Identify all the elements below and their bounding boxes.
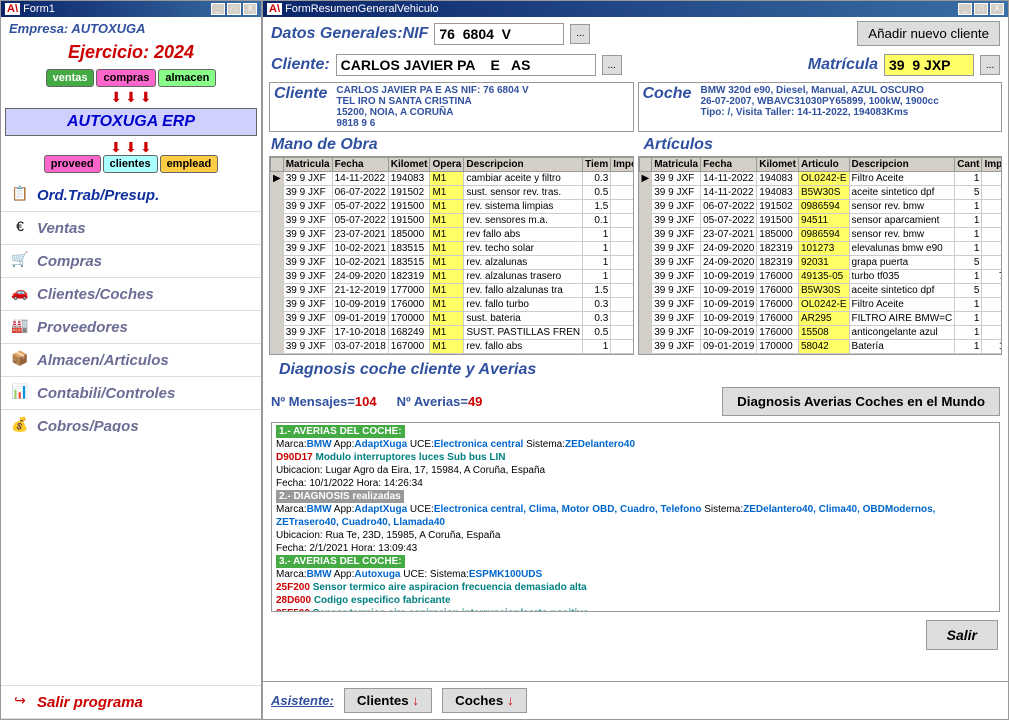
menu-label: Clientes/Coches [37, 286, 154, 303]
maximize-btn[interactable]: □ [974, 3, 988, 15]
diagnosis-title: Diagnosis coche cliente y Averias [271, 359, 1000, 381]
menu-icon: 📊 [9, 383, 31, 403]
msg-count: Nº Mensajes=104 [271, 394, 377, 409]
cliente-lookup-btn[interactable]: ... [602, 55, 622, 75]
table-row[interactable]: ▶39 9 JXF14-11-2022194083M1cambiar aceit… [271, 172, 634, 186]
table-row[interactable]: ▶39 9 JXF14-11-2022194083OL0242-EFiltro … [639, 172, 1002, 186]
nif-input[interactable] [434, 23, 564, 45]
close-btn[interactable]: X [990, 3, 1004, 15]
table-row[interactable]: 39 9 JXF10-09-2019176000B5W30Saceite sin… [639, 284, 1002, 298]
table-row[interactable]: 39 9 JXF10-02-2021183515M1rev. alzalunas… [271, 256, 634, 270]
aver-count: Nº Averias=49 [397, 394, 483, 409]
datos-generales-label: Datos Generales:NIF [271, 25, 428, 43]
erp-main-button[interactable]: AUTOXUGA ERP [5, 108, 257, 136]
table-row[interactable]: 39 9 JXF06-07-20221915020986594sensor re… [639, 200, 1002, 214]
table-row[interactable]: 39 9 JXF09-01-2019170000M1sust. bateria0… [271, 312, 634, 326]
minimize-btn[interactable]: _ [958, 3, 972, 15]
menu-icon: 💰 [9, 416, 31, 432]
salir-button[interactable]: Salir [926, 620, 998, 650]
menu-icon: 🛒 [9, 251, 31, 271]
cliente-input[interactable] [336, 54, 596, 76]
menu-label: Ord.Trab/Presup. [37, 187, 159, 204]
erp-almacen-button[interactable]: almacen [158, 69, 216, 87]
close-btn[interactable]: X [243, 3, 257, 15]
diagnosis-world-button[interactable]: Diagnosis Averias Coches en el Mundo [722, 387, 1000, 416]
table-row[interactable]: 39 9 JXF05-07-2022191500M1rev. sistema l… [271, 200, 634, 214]
menu-item-0[interactable]: 📋 Ord.Trab/Presup. [1, 179, 261, 212]
table-row[interactable]: 39 9 JXF10-09-2019176000OL0242-EFiltro A… [639, 298, 1002, 312]
table-row[interactable]: 39 9 JXF03-07-2018167000M1rev. fallo abs… [271, 340, 634, 354]
menu-label: Ventas [37, 220, 86, 237]
menu-icon: 🏭 [9, 317, 31, 337]
matricula-input[interactable] [884, 54, 974, 76]
table-row[interactable]: 39 9 JXF24-09-202018231992031grapa puert… [639, 256, 1002, 270]
table-row[interactable]: 39 9 JXF05-07-2022191500M1rev. sensores … [271, 214, 634, 228]
menu-label: Almacen/Articulos [37, 352, 169, 369]
cliente-label: Cliente: [271, 56, 330, 74]
matricula-label: Matrícula [808, 56, 878, 74]
clientes-button[interactable]: Clientes ↓ [344, 688, 432, 713]
table-row[interactable]: 39 9 JXF14-11-2022194083B5W30Saceite sin… [639, 186, 1002, 200]
menu-item-4[interactable]: 🏭 Proveedores [1, 311, 261, 344]
menu-label: Contabili/Controles [37, 385, 175, 402]
ejercicio-label: Ejercicio: 2024 [1, 40, 261, 65]
table-row[interactable]: 39 9 JXF21-12-2019177000M1rev. fallo alz… [271, 284, 634, 298]
articulos-table[interactable]: MatriculaFechaKilometArticuloDescripcion… [638, 156, 1003, 355]
minimize-btn[interactable]: _ [211, 3, 225, 15]
diagnosis-content[interactable]: 1.- AVERIAS DEL COCHE:Marca:BMW App:Adap… [271, 422, 1000, 612]
coche-info-box: Coche BMW 320d e90, Diesel, Manual, AZUL… [638, 82, 1003, 132]
table-row[interactable]: 39 9 JXF17-10-2018168249M1SUST. PASTILLA… [271, 326, 634, 340]
empresa-label: Empresa: AUTOXUGA [1, 17, 261, 40]
matricula-lookup-btn[interactable]: ... [980, 55, 1000, 75]
menu-item-7[interactable]: 💰 Cobros/Pagos [1, 410, 261, 432]
table-row[interactable]: 39 9 JXF10-02-2021183515M1rev. techo sol… [271, 242, 634, 256]
table-row[interactable]: 39 9 JXF23-07-2021185000M1rev fallo abs1… [271, 228, 634, 242]
menu-item-1[interactable]: € Ventas [1, 212, 261, 245]
right-titlebar: A\ FormResumenGeneralVehiculo _ □ X [263, 1, 1008, 17]
new-client-button[interactable]: Añadir nuevo cliente [857, 21, 1000, 46]
maximize-btn[interactable]: □ [227, 3, 241, 15]
salir-programa[interactable]: ↪ Salir programa [1, 685, 261, 719]
menu-item-5[interactable]: 📦 Almacen/Articulos [1, 344, 261, 377]
table-row[interactable]: 39 9 JXF23-07-20211850000986594sensor re… [639, 228, 1002, 242]
menu-item-3[interactable]: 🚗 Clientes/Coches [1, 278, 261, 311]
articulos-title: Artículos [636, 134, 1009, 156]
asistente-label: Asistente: [271, 693, 334, 708]
table-row[interactable]: 39 9 JXF06-07-2022191502M1sust. sensor r… [271, 186, 634, 200]
table-row[interactable]: 39 9 JXF09-01-201917000058042Batería1120 [639, 340, 1002, 354]
menu-icon: € [9, 218, 31, 238]
erp-clientes-button[interactable]: clientes [103, 155, 158, 173]
mano-de-obra-table[interactable]: MatriculaFechaKilometOperaDescripcionTie… [269, 156, 634, 355]
erp-ventas-button[interactable]: ventas [46, 69, 95, 87]
menu-label: Cobros/Pagos [37, 418, 139, 433]
left-titlebar: A\ Form1 _ □ X [1, 1, 261, 17]
table-row[interactable]: 39 9 JXF10-09-2019176000M1rev. fallo tur… [271, 298, 634, 312]
table-row[interactable]: 39 9 JXF10-09-201917600049135-05turbo tf… [639, 270, 1002, 284]
menu-label: Compras [37, 253, 102, 270]
table-row[interactable]: 39 9 JXF05-07-202219150094511sensor apar… [639, 214, 1002, 228]
coches-button[interactable]: Coches ↓ [442, 688, 527, 713]
mano-de-obra-title: Mano de Obra [263, 134, 636, 156]
table-row[interactable]: 39 9 JXF24-09-2020182319M1rev. alzalunas… [271, 270, 634, 284]
table-row[interactable]: 39 9 JXF24-09-2020182319101273elevalunas… [639, 242, 1002, 256]
erp-emplead-button[interactable]: emplead [160, 155, 219, 173]
menu-icon: 🚗 [9, 284, 31, 304]
menu-icon: 📋 [9, 185, 31, 205]
erp-proveed-button[interactable]: proveed [44, 155, 101, 173]
menu-item-2[interactable]: 🛒 Compras [1, 245, 261, 278]
erp-compras-button[interactable]: compras [96, 69, 156, 87]
cliente-info-box: Cliente CARLOS JAVIER PA E AS NIF: 76 68… [269, 82, 634, 132]
nif-lookup-btn[interactable]: ... [570, 24, 590, 44]
menu-label: Proveedores [37, 319, 128, 336]
menu-icon: 📦 [9, 350, 31, 370]
menu-item-6[interactable]: 📊 Contabili/Controles [1, 377, 261, 410]
table-row[interactable]: 39 9 JXF10-09-2019176000AR295FILTRO AIRE… [639, 312, 1002, 326]
table-row[interactable]: 39 9 JXF10-09-201917600015508anticongela… [639, 326, 1002, 340]
